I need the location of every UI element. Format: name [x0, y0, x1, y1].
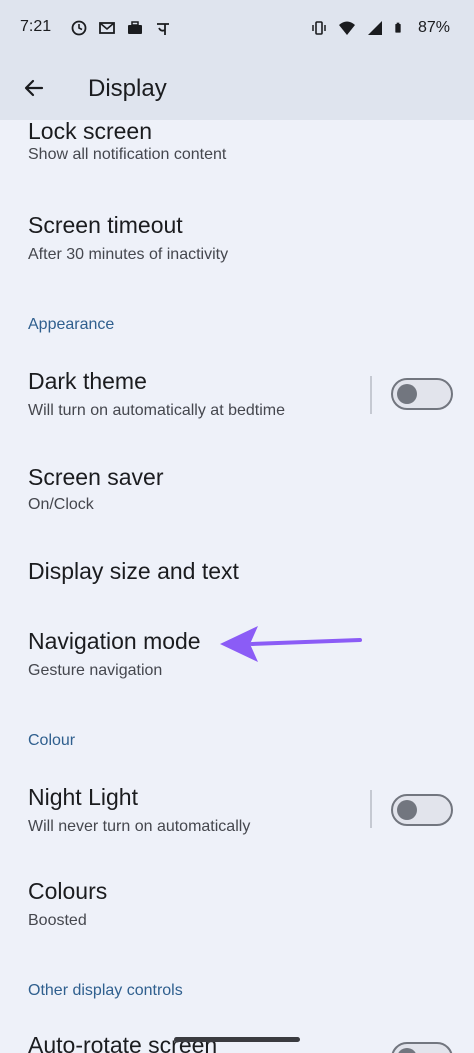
vibrate-icon	[312, 21, 326, 35]
screen-timeout-item[interactable]: Screen timeout After 30 minutes of inact…	[0, 208, 474, 280]
gesture-home-indicator[interactable]	[174, 1037, 300, 1042]
colours-item[interactable]: Colours Boosted	[0, 876, 474, 948]
status-left-icons	[70, 19, 172, 37]
app-notification-icon	[157, 23, 169, 35]
night-light-subtitle: Will never turn on automatically	[28, 818, 251, 835]
data-saver-icon	[71, 20, 87, 36]
lock-screen-subtitle: Show all notification content	[28, 146, 227, 163]
battery-icon	[395, 22, 401, 33]
status-time: 7:21	[20, 18, 52, 35]
screen-saver-item[interactable]: Screen saver On/Clock	[0, 462, 474, 534]
screen-saver-title: Screen saver	[28, 464, 164, 490]
section-header-appearance: Appearance	[28, 316, 115, 333]
auto-rotate-title: Auto-rotate screen	[28, 1032, 218, 1053]
app-bar: Display	[0, 56, 474, 120]
section-header-other-display-controls: Other display controls	[28, 982, 183, 999]
screen-saver-subtitle: On/Clock	[28, 496, 94, 513]
display-size-title: Display size and text	[28, 558, 239, 584]
page-title: Display	[88, 75, 167, 102]
status-right-icons: 87%	[310, 19, 450, 37]
briefcase-icon	[128, 21, 142, 34]
arrow-back-icon	[24, 79, 44, 97]
divider	[370, 790, 372, 828]
switch-thumb	[397, 1048, 417, 1053]
screen-timeout-subtitle: After 30 minutes of inactivity	[28, 246, 229, 263]
colours-subtitle: Boosted	[28, 912, 87, 929]
display-size-item[interactable]: Display size and text	[0, 556, 474, 612]
dark-theme-subtitle: Will turn on automatically at bedtime	[28, 402, 285, 419]
battery-percent: 87%	[417, 19, 450, 36]
divider	[370, 376, 372, 414]
colours-title: Colours	[28, 878, 108, 904]
settings-list: Lock screen Show all notification conten…	[0, 120, 474, 1053]
signal-icon	[367, 21, 382, 35]
status-bar: 7:21 87%	[0, 0, 474, 56]
back-button[interactable]	[14, 68, 54, 108]
section-header-colour: Colour	[28, 732, 76, 749]
night-light-item[interactable]: Night Light Will never turn on automatic…	[0, 782, 474, 858]
switch-thumb	[397, 384, 417, 404]
night-light-title: Night Light	[28, 784, 138, 810]
screen-timeout-title: Screen timeout	[28, 212, 183, 238]
dark-theme-switch[interactable]	[391, 378, 453, 410]
wifi-icon	[338, 21, 355, 35]
auto-rotate-switch[interactable]	[391, 1042, 453, 1053]
navigation-mode-subtitle: Gesture navigation	[28, 662, 163, 679]
switch-thumb	[397, 800, 417, 820]
mail-icon	[99, 22, 115, 34]
annotation-arrow	[220, 626, 362, 662]
night-light-switch[interactable]	[391, 794, 453, 826]
dark-theme-item[interactable]: Dark theme Will turn on automatically at…	[0, 366, 474, 442]
navigation-mode-title: Navigation mode	[28, 628, 201, 654]
lock-screen-title: Lock screen	[28, 120, 153, 144]
dark-theme-title: Dark theme	[28, 368, 147, 394]
lock-screen-item[interactable]: Lock screen Show all notification conten…	[0, 120, 474, 186]
